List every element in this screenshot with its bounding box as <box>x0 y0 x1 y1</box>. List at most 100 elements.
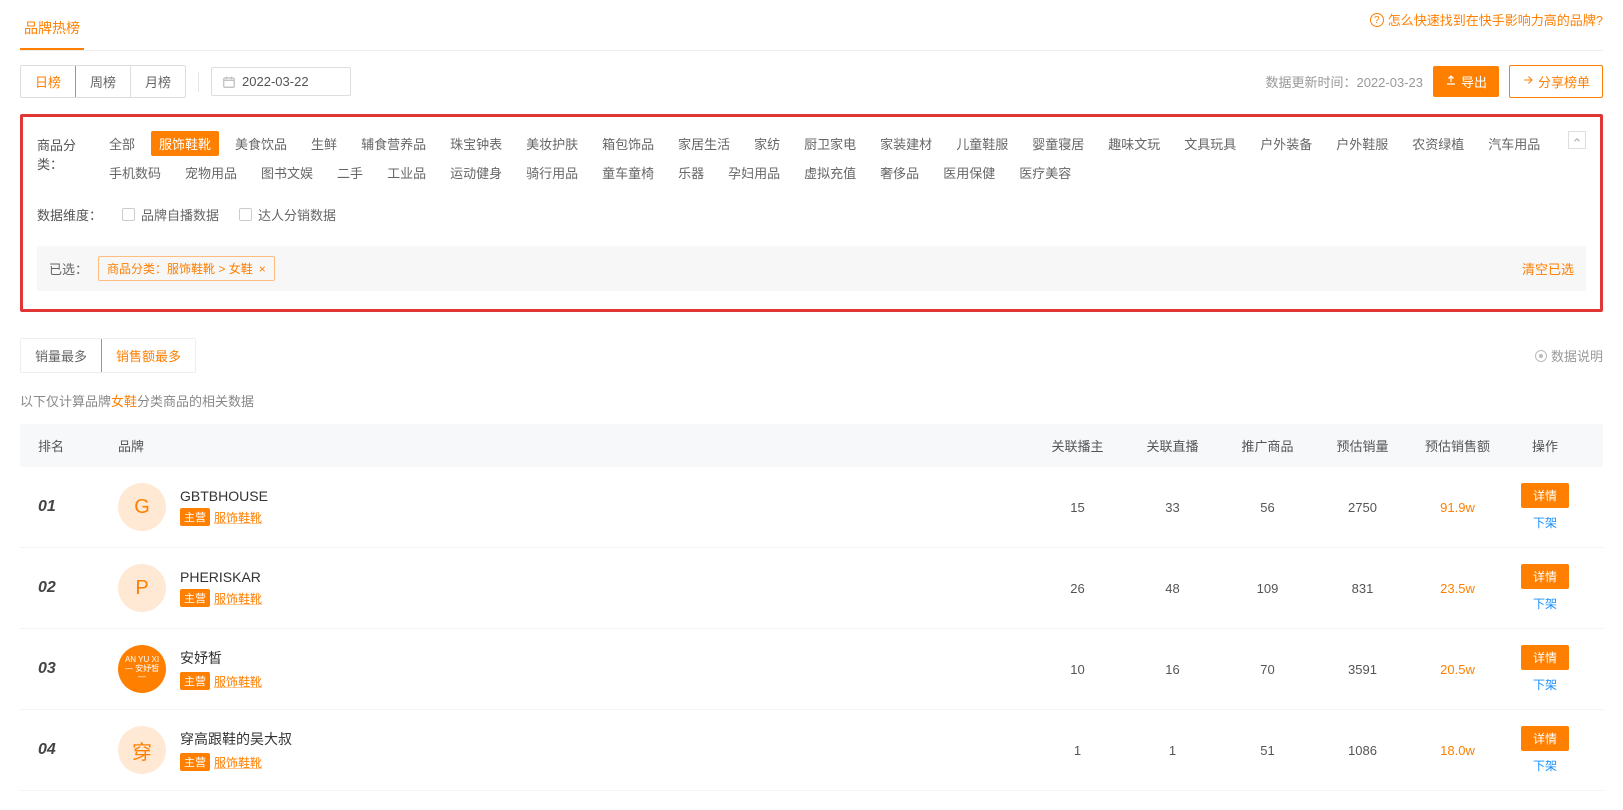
detail-button[interactable]: 详情 <box>1521 564 1569 589</box>
category-option[interactable]: 二手 <box>329 160 371 185</box>
tag-category[interactable]: 服饰鞋靴 <box>214 673 262 690</box>
brand-name[interactable]: 穿高跟鞋的吴大叔 <box>180 729 292 749</box>
period-tabs: 日榜 周榜 月榜 <box>20 65 186 98</box>
category-option[interactable]: 趣味文玩 <box>1100 131 1168 156</box>
tag-category[interactable]: 服饰鞋靴 <box>214 754 262 771</box>
category-values: 全部服饰鞋靴美食饮品生鲜辅食营养品珠宝钟表美妆护肤箱包饰品家居生活家纺厨卫家电家… <box>101 131 1564 185</box>
dimension-label: 数据维度： <box>37 205 102 224</box>
cell-sales: 23.5w <box>1410 581 1505 596</box>
category-label: 商品分类： <box>37 131 101 173</box>
update-label: 数据更新时间：2022-03-23 <box>1265 72 1423 91</box>
period-tab-week[interactable]: 周榜 <box>76 66 131 97</box>
category-option[interactable]: 汽车用品 <box>1480 131 1548 156</box>
chip-remove-icon[interactable]: × <box>259 262 266 276</box>
category-option[interactable]: 生鲜 <box>303 131 345 156</box>
brand-cell: PPHERISKAR主营服饰鞋靴 <box>118 564 1030 612</box>
data-description-link[interactable]: 数据说明 <box>1535 346 1603 365</box>
category-option[interactable]: 家居生活 <box>670 131 738 156</box>
cell-live: 16 <box>1125 662 1220 677</box>
th-live: 关联直播 <box>1125 436 1220 455</box>
period-tab-month[interactable]: 月榜 <box>131 66 185 97</box>
th-broadcaster: 关联播主 <box>1030 436 1125 455</box>
category-option[interactable]: 户外鞋服 <box>1328 131 1396 156</box>
category-option[interactable]: 工业品 <box>379 160 434 185</box>
upload-icon <box>1445 74 1457 89</box>
selected-filters-bar: 已选： 商品分类：服饰鞋靴 > 女鞋 × 清空已选 <box>37 246 1586 291</box>
offshelf-link[interactable]: 下架 <box>1533 676 1557 693</box>
category-option[interactable]: 儿童鞋服 <box>948 131 1016 156</box>
category-option[interactable]: 辅食营养品 <box>353 131 434 156</box>
category-option[interactable]: 厨卫家电 <box>796 131 864 156</box>
cell-sales: 18.0w <box>1410 743 1505 758</box>
cell-action: 详情下架 <box>1505 483 1585 531</box>
filter-panel: 商品分类： 全部服饰鞋靴美食饮品生鲜辅食营养品珠宝钟表美妆护肤箱包饰品家居生活家… <box>20 114 1603 312</box>
offshelf-link[interactable]: 下架 <box>1533 595 1557 612</box>
category-option[interactable]: 珠宝钟表 <box>442 131 510 156</box>
cell-volume: 2750 <box>1315 500 1410 515</box>
category-option[interactable]: 全部 <box>101 131 143 156</box>
date-picker[interactable]: 2022-03-22 <box>211 67 351 96</box>
category-option[interactable]: 手机数码 <box>101 160 169 185</box>
category-option[interactable]: 虚拟充值 <box>796 160 864 185</box>
cell-broadcaster: 10 <box>1030 662 1125 677</box>
detail-button[interactable]: 详情 <box>1521 645 1569 670</box>
cell-volume: 3591 <box>1315 662 1410 677</box>
offshelf-link[interactable]: 下架 <box>1533 514 1557 531</box>
brand-logo: G <box>118 483 166 531</box>
category-option[interactable]: 奢侈品 <box>872 160 927 185</box>
sort-tab-sales[interactable]: 销售额最多 <box>101 338 196 373</box>
category-option[interactable]: 文具玩具 <box>1176 131 1244 156</box>
checkbox-distributor[interactable]: 达人分销数据 <box>239 205 336 224</box>
table-row: 02PPHERISKAR主营服饰鞋靴264810983123.5w详情下架 <box>20 548 1603 629</box>
collapse-button[interactable] <box>1568 131 1586 149</box>
share-button[interactable]: 分享榜单 <box>1509 65 1603 98</box>
category-option[interactable]: 孕妇用品 <box>720 160 788 185</box>
category-option[interactable]: 箱包饰品 <box>594 131 662 156</box>
detail-button[interactable]: 详情 <box>1521 483 1569 508</box>
date-value: 2022-03-22 <box>242 74 309 89</box>
category-option[interactable]: 骑行用品 <box>518 160 586 185</box>
rank-cell: 02 <box>38 579 118 597</box>
period-tab-day[interactable]: 日榜 <box>21 66 76 97</box>
category-option[interactable]: 宠物用品 <box>177 160 245 185</box>
category-option[interactable]: 童车童椅 <box>594 160 662 185</box>
th-sales: 预估销售额 <box>1410 436 1505 455</box>
category-filter-row: 商品分类： 全部服饰鞋靴美食饮品生鲜辅食营养品珠宝钟表美妆护肤箱包饰品家居生活家… <box>37 131 1586 185</box>
tag-category[interactable]: 服饰鞋靴 <box>214 509 262 526</box>
category-option[interactable]: 图书文娱 <box>253 160 321 185</box>
brand-name[interactable]: PHERISKAR <box>180 569 262 585</box>
category-option[interactable]: 医用保健 <box>935 160 1003 185</box>
offshelf-link[interactable]: 下架 <box>1533 757 1557 774</box>
category-option[interactable]: 运动健身 <box>442 160 510 185</box>
calendar-icon <box>222 75 236 89</box>
category-option[interactable]: 家纺 <box>746 131 788 156</box>
export-button[interactable]: 导出 <box>1433 66 1499 97</box>
category-option[interactable]: 乐器 <box>670 160 712 185</box>
category-option[interactable]: 医疗美容 <box>1011 160 1079 185</box>
category-option[interactable]: 美食饮品 <box>227 131 295 156</box>
cell-live: 48 <box>1125 581 1220 596</box>
category-option[interactable]: 家装建材 <box>872 131 940 156</box>
sort-tab-volume[interactable]: 销量最多 <box>21 339 102 372</box>
help-link[interactable]: ? 怎么快速找到在快手影响力高的品牌? <box>1370 10 1603 29</box>
category-option[interactable]: 户外装备 <box>1252 131 1320 156</box>
sort-tabs: 销量最多 销售额最多 <box>20 338 196 373</box>
category-option[interactable]: 服饰鞋靴 <box>151 131 219 156</box>
brand-name[interactable]: 安妤皙 <box>180 648 262 668</box>
category-option[interactable]: 美妆护肤 <box>518 131 586 156</box>
category-option[interactable]: 农资绿植 <box>1404 131 1472 156</box>
cell-sales: 91.9w <box>1410 500 1505 515</box>
th-product: 推广商品 <box>1220 436 1315 455</box>
selected-chip: 商品分类：服饰鞋靴 > 女鞋 × <box>98 256 275 281</box>
clear-selected-link[interactable]: 清空已选 <box>1522 259 1574 278</box>
selected-label: 已选： <box>49 259 88 278</box>
brand-name[interactable]: GBTBHOUSE <box>180 488 268 504</box>
share-icon <box>1522 74 1534 89</box>
detail-button[interactable]: 详情 <box>1521 726 1569 751</box>
cell-action: 详情下架 <box>1505 645 1585 693</box>
checkbox-brand-self[interactable]: 品牌自播数据 <box>122 205 219 224</box>
category-option[interactable]: 婴童寝居 <box>1024 131 1092 156</box>
tag-category[interactable]: 服饰鞋靴 <box>214 590 262 607</box>
page-tab-active[interactable]: 品牌热榜 <box>20 10 84 50</box>
checkbox-icon <box>239 208 252 221</box>
